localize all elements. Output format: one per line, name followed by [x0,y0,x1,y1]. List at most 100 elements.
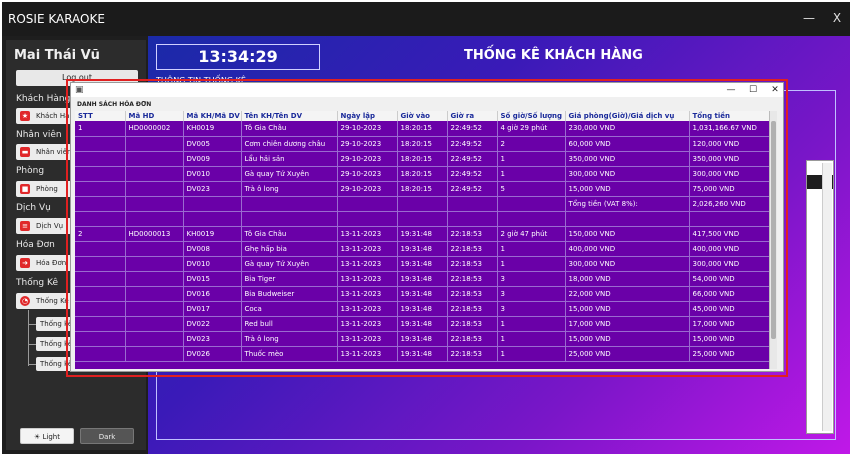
table-cell [125,181,184,197]
table-cell [397,196,448,212]
table-cell: 25,000 VND [689,346,770,362]
table-cell [565,211,690,227]
table-cell: 19:31:48 [397,241,448,257]
table-cell: 22:18:53 [447,241,498,257]
dialog-minimize-button[interactable]: — [719,83,743,97]
column-header[interactable]: STT [75,111,126,121]
table-row[interactable]: DV023 Trà ô long 29-10-2023 18:20:15 22:49:5… [75,181,770,197]
dialog-maximize-button[interactable]: ☐ [741,83,765,97]
user-name: Mai Thái Vũ [14,48,100,63]
title-bar: ROSIE KARAOKE — X [2,2,850,36]
column-header[interactable]: Tổng tiền [689,111,770,121]
invoices-button-label: Hóa Đơn [36,259,67,267]
table-row[interactable]: 1 HD0000002 KH0019 Tô Gia Châu 29-10-2023 18:… [75,121,770,137]
table-cell [337,196,398,212]
table-cell [75,211,126,227]
table-cell: 350,000 VND [565,151,690,167]
table-cell: 29-10-2023 [337,136,398,152]
table-row[interactable]: 2 HD0000013 KH0019 Tô Gia Châu 13-11-2023 19:… [75,226,770,242]
table-cell: 29-10-2023 [337,181,398,197]
table-cell: Trà ô long [241,331,338,347]
table-header-row: STT Mã HD Mã KH/Mã DV Tên KH/Tên DV Ngày lập… [75,111,770,121]
light-theme-button[interactable]: ☀ Light [20,428,74,444]
table-row[interactable]: DV023 Trà ô long 13-11-2023 19:31:48 22:18:5… [75,331,770,347]
table-row[interactable]: DV015 Bia Tiger 13-11-2023 19:31:48 22:18:53… [75,271,770,287]
table-row[interactable]: DV022 Red bull 13-11-2023 19:31:48 22:18:53 1… [75,316,770,332]
table-cell: 22:18:53 [447,331,498,347]
table-cell: 19:31:48 [397,271,448,287]
table-cell: 1 [497,241,566,257]
table-row[interactable]: Tổng tiền (VAT 8%): 2,026,260 VND [75,196,770,212]
table-cell: 18:20:15 [397,121,448,137]
services-button-label: Dịch Vụ [36,222,64,230]
column-header[interactable]: Giờ ra [447,111,498,121]
table-cell: 22:18:53 [447,226,498,242]
table-cell: 1 [497,166,566,182]
table-cell [75,286,126,302]
table-cell [75,151,126,167]
table-cell [75,166,126,182]
tree-branch [28,364,36,365]
table-cell: 2,026,260 VND [689,196,770,212]
table-cell: 15,000 VND [565,301,690,317]
table-cell: 18:20:15 [397,181,448,197]
table-cell: 45,000 VND [689,301,770,317]
app-title: ROSIE KARAOKE [8,12,105,26]
rooms-button-label: Phòng [36,185,58,193]
table-cell: 350,000 VND [689,151,770,167]
table-cell [125,241,184,257]
table-cell: 22:49:52 [447,121,498,137]
column-header[interactable]: Giá phòng(Giờ)/Giá dịch vụ [565,111,690,121]
table-row[interactable]: DV026 Thuốc mèo 13-11-2023 19:31:48 22:18:53… [75,346,770,362]
table-cell: 19:31:48 [397,256,448,272]
invoice-table: STT Mã HD Mã KH/Mã DV Tên KH/Tên DV Ngày lập… [75,111,777,369]
table-row[interactable]: DV009 Lẩu hải sản 29-10-2023 18:20:15 22:49:… [75,151,770,167]
table-cell: Gà quay Tứ Xuyên [241,256,338,272]
table-cell: 400,000 VND [565,241,690,257]
table-cell [497,196,566,212]
table-cell [125,271,184,287]
table-cell: 22:18:53 [447,256,498,272]
table-cell: 15,000 VND [565,331,690,347]
column-header[interactable]: Tên KH/Tên DV [241,111,338,121]
table-cell [125,331,184,347]
minimize-button[interactable]: — [798,8,820,28]
table-cell: 22:18:53 [447,271,498,287]
background-scrollbar[interactable] [822,163,832,431]
table-cell: Tô Gia Châu [241,226,338,242]
table-row[interactable]: DV010 Gà quay Tứ Xuyên 29-10-2023 18:20:15 2… [75,166,770,182]
table-row[interactable]: DV017 Coca 13-11-2023 19:31:48 22:18:53 3 15,0… [75,301,770,317]
column-header[interactable]: Mã HD [125,111,184,121]
table-cell: 13-11-2023 [337,301,398,317]
table-cell: 22:49:52 [447,136,498,152]
column-header[interactable]: Giờ vào [397,111,448,121]
table-cell [125,286,184,302]
scrollbar-thumb[interactable] [771,121,776,339]
table-scrollbar[interactable] [769,111,777,369]
table-cell: 1 [497,256,566,272]
dark-theme-button[interactable]: Dark [80,428,134,444]
close-button[interactable]: X [826,8,848,28]
table-row[interactable]: DV005 Cơm chiên dương châu 29-10-2023 18:20… [75,136,770,152]
table-cell [337,211,398,227]
table-row[interactable]: DV016 Bia Budweiser 13-11-2023 19:31:48 22:1… [75,286,770,302]
table-cell: 300,000 VND [689,166,770,182]
column-header[interactable]: Mã KH/Mã DV [183,111,242,121]
tree-connector [28,310,29,366]
column-header[interactable]: Số giờ/Số lượng [497,111,566,121]
table-cell [689,211,770,227]
column-header[interactable]: Ngày lập [337,111,398,121]
app-icon: ▣ [75,85,84,95]
dialog-close-button[interactable]: ✕ [763,83,787,97]
table-cell: 300,000 VND [689,256,770,272]
table-row[interactable] [75,211,770,227]
table-cell: 1 [75,121,126,137]
table-cell [75,301,126,317]
table-cell: 18:20:15 [397,166,448,182]
table-cell: 18,000 VND [565,271,690,287]
table-cell: DV023 [183,181,242,197]
table-row[interactable]: DV008 Ghẹ hấp bia 13-11-2023 19:31:48 22:18:… [75,241,770,257]
table-cell [125,301,184,317]
table-row[interactable]: DV010 Gà quay Tứ Xuyên 13-11-2023 19:31:48 2… [75,256,770,272]
table-cell: Red bull [241,316,338,332]
